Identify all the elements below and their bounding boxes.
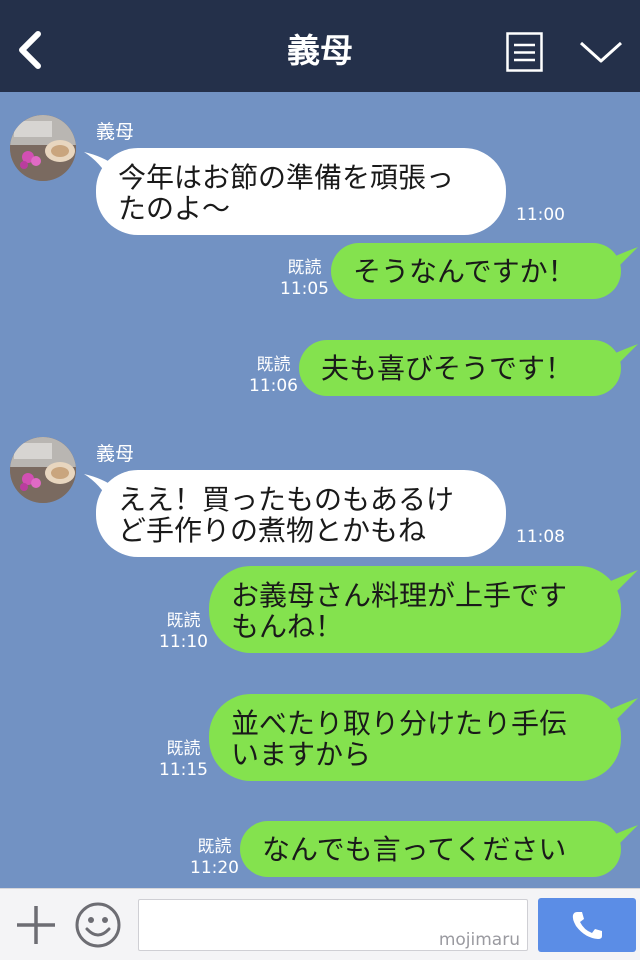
- chat-header: 義母: [0, 0, 640, 92]
- chat-area[interactable]: 義母 今年はお節の準備を頑張っ たのよ〜 11:00 既読 11:05 そうなん…: [0, 92, 640, 888]
- input-bar: mojimaru: [0, 888, 640, 960]
- read-receipt: 既読 11:15: [159, 739, 208, 781]
- message-bubble-received[interactable]: 今年はお節の準備を頑張っ たのよ〜: [96, 148, 506, 235]
- chat-title: 義母: [287, 31, 353, 70]
- read-label: 既読: [166, 611, 201, 631]
- message-bubble-sent[interactable]: そうなんですか！: [331, 243, 621, 299]
- message-time: 11:08: [516, 527, 565, 547]
- avatar-image: [10, 437, 76, 503]
- read-receipt: 既読 11:06: [249, 355, 298, 397]
- plus-icon: [17, 906, 55, 944]
- collapse-button[interactable]: [578, 38, 624, 66]
- read-receipt: 既読 11:20: [190, 837, 239, 879]
- sender-name: 義母: [96, 121, 135, 143]
- message-bubble-sent[interactable]: 並べたり取り分けたり手伝 いますから: [209, 694, 621, 781]
- message-time: 11:06: [249, 376, 298, 396]
- message-time: 11:10: [159, 632, 208, 652]
- menu-list-icon: [506, 32, 543, 72]
- read-label: 既読: [256, 355, 291, 375]
- phone-icon: [572, 912, 602, 939]
- message-time: 11:20: [190, 858, 239, 878]
- message-bubble-sent[interactable]: なんでも言ってください: [240, 821, 621, 877]
- sender-name: 義母: [96, 443, 135, 465]
- read-receipt: 既読 11:10: [159, 611, 208, 653]
- read-receipt: 既読 11:05: [280, 258, 329, 300]
- menu-button[interactable]: [506, 32, 543, 72]
- avatar[interactable]: [10, 437, 76, 503]
- avatar-image: [10, 115, 76, 181]
- chevron-down-icon: [579, 41, 623, 63]
- message-bubble-sent[interactable]: お義母さん料理が上手です もんね！: [209, 566, 621, 653]
- watermark: mojimaru: [438, 930, 520, 950]
- smiley-icon: [75, 902, 121, 948]
- message-bubble-sent[interactable]: 夫も喜びそうです！: [299, 340, 621, 396]
- message-time: 11:00: [516, 205, 565, 225]
- message-bubble-received[interactable]: ええ！買ったものもあるけ ど手作りの煮物とかもね: [96, 470, 506, 557]
- read-label: 既読: [287, 258, 322, 278]
- message-time: 11:05: [280, 279, 329, 299]
- add-button[interactable]: [14, 903, 58, 947]
- read-label: 既読: [166, 739, 201, 759]
- emoji-button[interactable]: [74, 901, 122, 949]
- call-button[interactable]: [538, 898, 636, 952]
- read-label: 既読: [197, 837, 232, 857]
- avatar[interactable]: [10, 115, 76, 181]
- message-time: 11:15: [159, 760, 208, 780]
